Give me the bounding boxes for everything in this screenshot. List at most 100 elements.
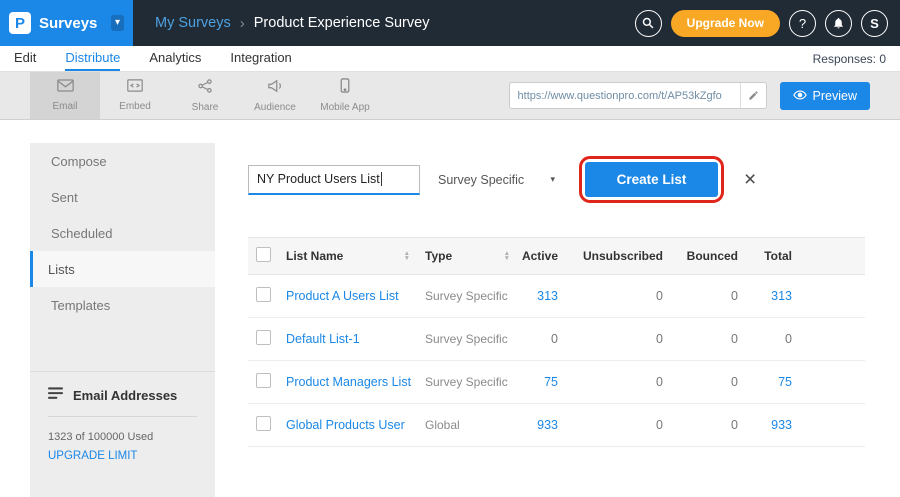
active-count[interactable]: 313: [518, 289, 558, 303]
toolbar-item-embed[interactable]: Embed: [100, 72, 170, 119]
column-header-active: Active: [518, 249, 558, 263]
bounced-count: 0: [663, 375, 738, 389]
total-count[interactable]: 0: [738, 332, 792, 346]
row-checkbox[interactable]: [256, 287, 271, 302]
survey-url-field[interactable]: https://www.questionpro.com/t/AP53kZgfo: [509, 82, 767, 109]
breadcrumb-separator: ›: [240, 15, 245, 32]
bounced-count: 0: [663, 332, 738, 346]
section-nav: Edit Distribute Analytics Integration Re…: [0, 46, 900, 72]
sidebar-item-templates[interactable]: Templates: [30, 287, 215, 323]
header-checkbox-cell: [248, 247, 286, 265]
product-name: Surveys: [39, 15, 97, 32]
total-count[interactable]: 75: [738, 375, 792, 389]
list-type-value: Survey Specific: [418, 332, 518, 346]
active-count[interactable]: 0: [518, 332, 558, 346]
pencil-icon[interactable]: [740, 83, 766, 108]
user-avatar[interactable]: S: [861, 10, 888, 37]
search-icon[interactable]: [635, 10, 662, 37]
tab-edit[interactable]: Edit: [14, 46, 36, 71]
bounced-count: 0: [663, 418, 738, 432]
create-list-form: NY Product Users List Survey Specific ▾ …: [248, 162, 870, 197]
chevron-down-icon: ▾: [550, 174, 555, 185]
active-count[interactable]: 75: [518, 375, 558, 389]
help-icon[interactable]: ?: [789, 10, 816, 37]
row-checkbox[interactable]: [256, 373, 271, 388]
list-name-link[interactable]: Product Managers List: [286, 375, 418, 389]
product-switcher[interactable]: P Surveys ▾: [0, 0, 133, 46]
content-area: Compose Sent Scheduled Lists Templates E…: [0, 120, 900, 497]
table-row: Global Products User Global 933 0 0 933: [248, 404, 865, 447]
breadcrumb-my-surveys[interactable]: My Surveys: [155, 15, 231, 31]
toolbar-item-label: Mobile App: [320, 102, 369, 113]
toolbar-item-mobile-app[interactable]: Mobile App: [310, 72, 380, 119]
column-header-bounced: Bounced: [663, 249, 738, 263]
preview-label: Preview: [813, 89, 857, 103]
list-name-link[interactable]: Product A Users List: [286, 289, 418, 303]
notifications-bell-icon[interactable]: [825, 10, 852, 37]
tab-distribute[interactable]: Distribute: [65, 46, 120, 71]
sidebar-item-lists[interactable]: Lists: [30, 251, 215, 287]
column-label: Type: [425, 249, 452, 263]
toolbar-item-label: Email: [52, 101, 77, 112]
column-header-total: Total: [738, 249, 792, 263]
row-checkbox[interactable]: [256, 330, 271, 345]
upgrade-now-button[interactable]: Upgrade Now: [671, 10, 780, 37]
row-checkbox-cell: [248, 416, 286, 434]
distribute-toolbar: Email Embed Share Audience Mobile App ht…: [0, 72, 900, 120]
preview-button[interactable]: Preview: [780, 82, 870, 110]
row-checkbox-cell: [248, 330, 286, 348]
sidebar-item-sent[interactable]: Sent: [30, 179, 215, 215]
toolbar-item-share[interactable]: Share: [170, 72, 240, 119]
sort-icon[interactable]: ▲▼: [504, 251, 510, 261]
upgrade-limit-link[interactable]: UPGRADE LIMIT: [48, 450, 197, 462]
list-type-dropdown[interactable]: Survey Specific ▾: [438, 173, 555, 187]
active-count[interactable]: 933: [518, 418, 558, 432]
list-type-value: Survey Specific: [418, 289, 518, 303]
list-name-link[interactable]: Global Products User: [286, 418, 418, 432]
responses-count[interactable]: Responses: 0: [813, 52, 886, 66]
column-header-list-name[interactable]: List Name ▲▼: [286, 249, 418, 263]
sidebar-item-compose[interactable]: Compose: [30, 143, 215, 179]
toolbar-item-label: Audience: [254, 102, 296, 113]
email-addresses-section: Email Addresses 1323 of 100000 Used UPGR…: [30, 371, 215, 462]
tab-integration[interactable]: Integration: [230, 46, 291, 71]
close-icon[interactable]: ×: [744, 169, 756, 190]
toolbar-item-label: Embed: [119, 101, 151, 112]
email-usage-count: 1323 of 100000 Used: [48, 431, 197, 443]
tab-analytics[interactable]: Analytics: [149, 46, 201, 71]
survey-url-text[interactable]: https://www.questionpro.com/t/AP53kZgfo: [510, 90, 740, 102]
toolbar-item-label: Share: [192, 102, 219, 113]
create-list-button[interactable]: Create List: [585, 162, 718, 197]
unsubscribed-count: 0: [558, 289, 663, 303]
toolbar-item-email[interactable]: Email: [30, 72, 100, 119]
list-name-link[interactable]: Default List-1: [286, 332, 418, 346]
column-label: List Name: [286, 249, 343, 263]
header-actions: Upgrade Now ? S: [635, 10, 900, 37]
unsubscribed-count: 0: [558, 332, 663, 346]
toolbar-item-audience[interactable]: Audience: [240, 72, 310, 119]
email-addresses-header: Email Addresses: [48, 387, 197, 417]
column-header-unsubscribed: Unsubscribed: [558, 249, 663, 263]
email-icon: [57, 79, 74, 97]
app-window: P Surveys ▾ My Surveys › Product Experie…: [0, 0, 900, 497]
sidebar-item-scheduled[interactable]: Scheduled: [30, 215, 215, 251]
unsubscribed-count: 0: [558, 375, 663, 389]
share-icon: [198, 79, 212, 98]
page-title: Product Experience Survey: [254, 15, 430, 31]
email-sidebar: Compose Sent Scheduled Lists Templates E…: [30, 143, 215, 497]
sort-icon[interactable]: ▲▼: [404, 251, 410, 261]
table-row: Product Managers List Survey Specific 75…: [248, 361, 865, 404]
table-header-row: List Name ▲▼ Type ▲▼ Active Unsubscribed…: [248, 237, 865, 275]
list-name-input[interactable]: NY Product Users List: [248, 165, 420, 195]
bounced-count: 0: [663, 289, 738, 303]
column-header-type[interactable]: Type ▲▼: [418, 249, 518, 263]
select-all-checkbox[interactable]: [256, 247, 271, 262]
row-checkbox[interactable]: [256, 416, 271, 431]
list-type-value: Survey Specific: [418, 375, 518, 389]
top-header: P Surveys ▾ My Surveys › Product Experie…: [0, 0, 900, 46]
total-count[interactable]: 313: [738, 289, 792, 303]
row-checkbox-cell: [248, 287, 286, 305]
embed-icon: [127, 79, 143, 97]
total-count[interactable]: 933: [738, 418, 792, 432]
chevron-down-icon[interactable]: ▾: [111, 15, 124, 31]
